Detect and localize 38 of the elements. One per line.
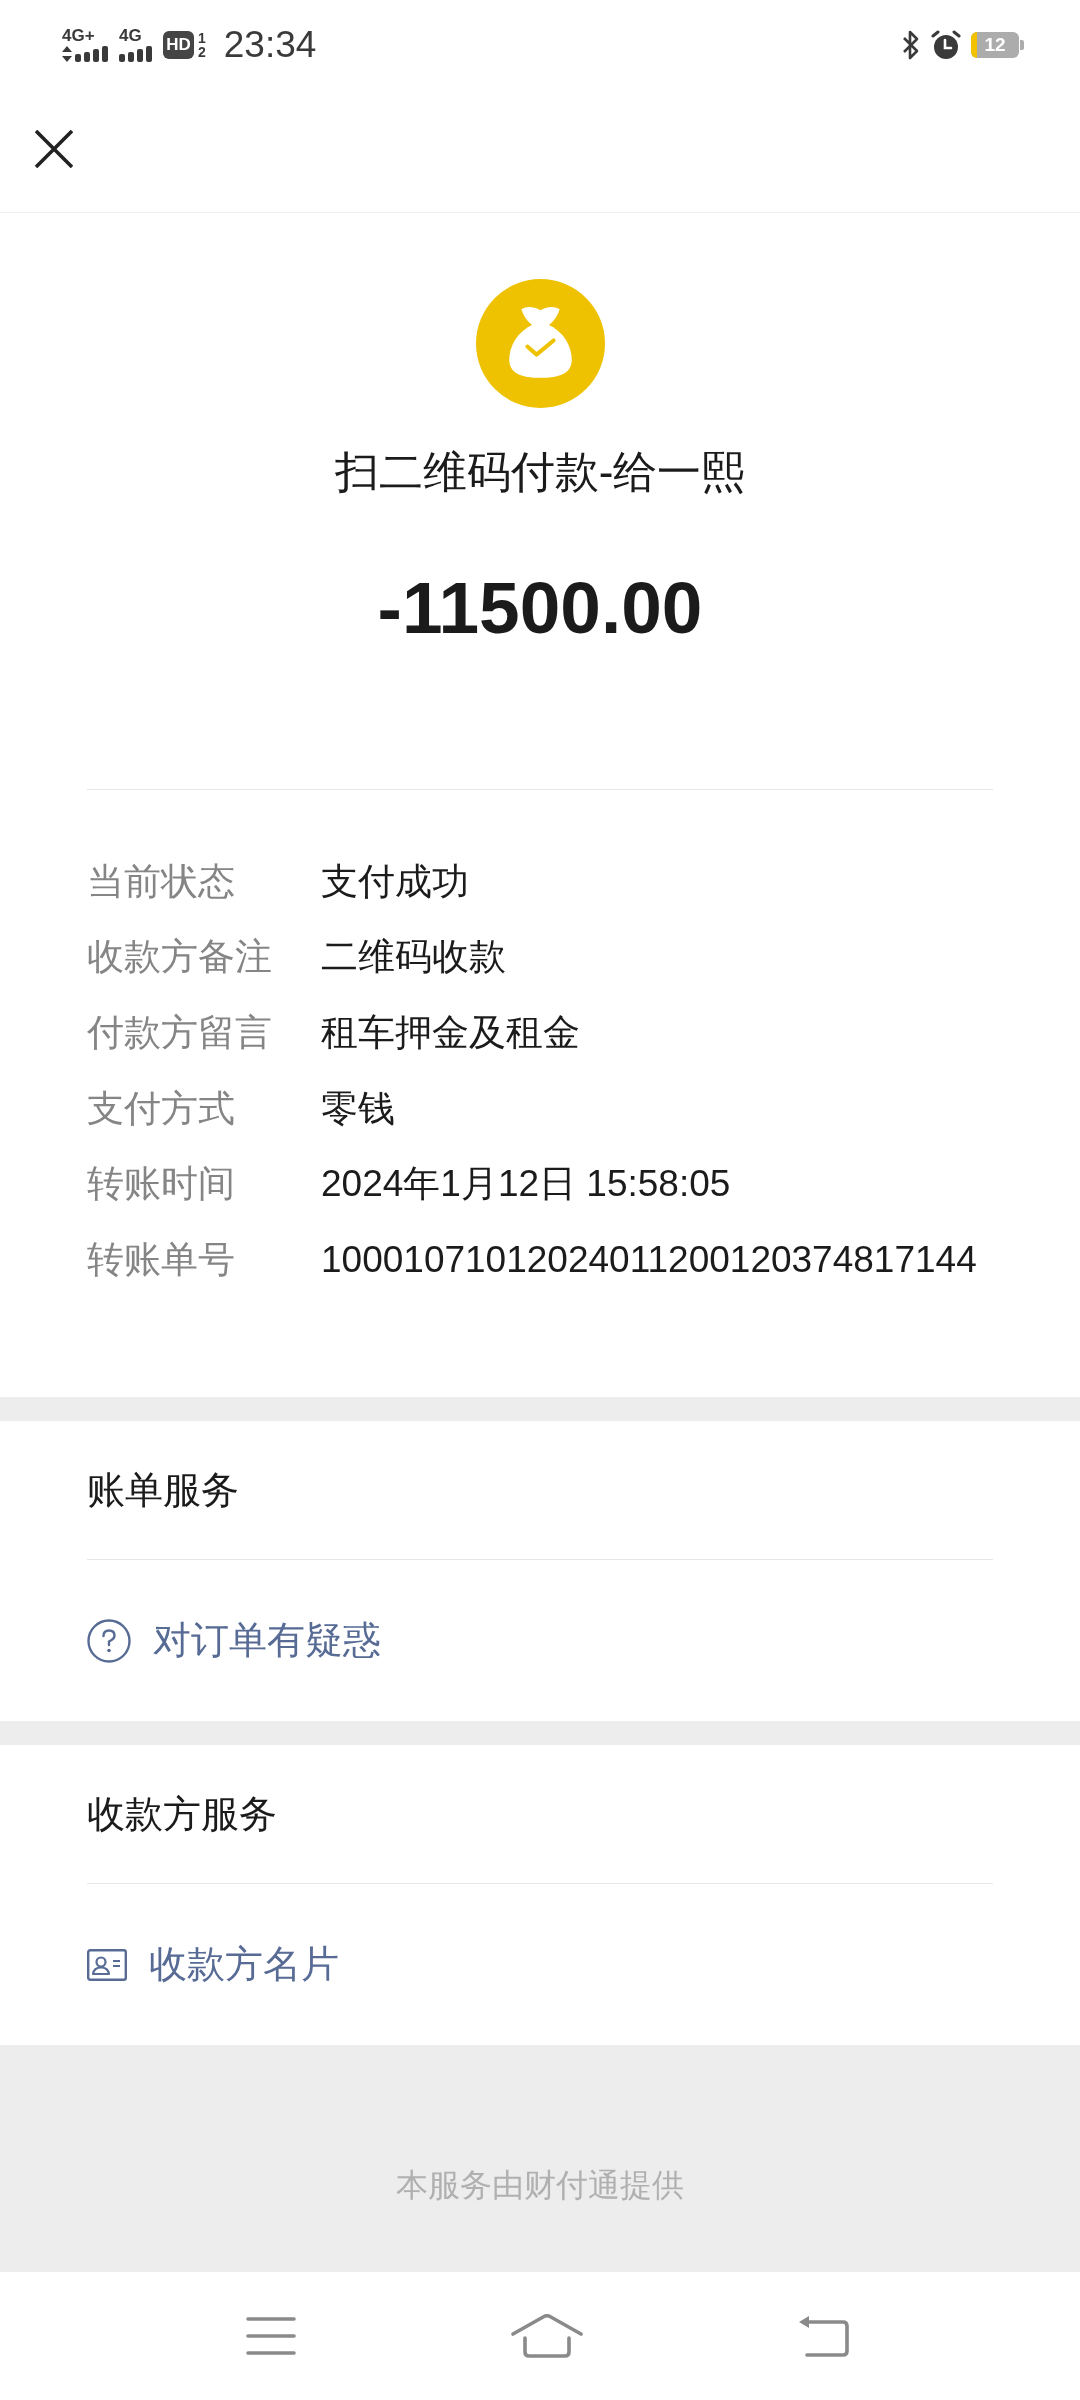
detail-label: 付款方留言	[87, 1011, 273, 1055]
detail-label: 当前状态	[87, 859, 236, 904]
section-title: 收款方服务	[87, 1791, 277, 1837]
network-type-label: 4G+	[62, 27, 95, 44]
detail-label: 支付方式	[87, 1086, 236, 1131]
service-link[interactable]: 收款方名片	[87, 1939, 339, 1990]
payment-amount: -11500.00	[377, 566, 703, 650]
status-time: 23:34	[223, 23, 317, 66]
detail-value: 支付成功	[321, 859, 470, 904]
detail-label: 转账单号	[87, 1237, 236, 1282]
footer-note: 本服务由财付通提供	[396, 2166, 684, 2205]
detail-value: 2024年1月12日 15:58:05	[321, 1162, 732, 1207]
close-icon[interactable]	[35, 129, 73, 168]
signal-icon	[119, 46, 153, 62]
bluetooth-icon	[901, 29, 921, 60]
detail-value: 租车押金及租金	[321, 1011, 581, 1055]
signal-icon	[75, 46, 109, 62]
payment-title: 扫二维码付款-给一熙	[334, 446, 746, 498]
detail-value: 零钱	[321, 1086, 396, 1131]
detail-label: 转账时间	[87, 1162, 236, 1207]
detail-value: 二维码收款	[321, 935, 507, 980]
sim-slot-number: 1	[198, 30, 206, 45]
help-icon	[87, 1618, 131, 1663]
detail-label: 收款方备注	[87, 935, 273, 980]
contact-card-icon	[87, 1948, 127, 1981]
back-icon[interactable]	[797, 2315, 849, 2357]
money-bag-check-icon	[475, 279, 605, 408]
battery-indicator: 12	[971, 31, 1024, 58]
section-title: 账单服务	[87, 1467, 239, 1513]
sim-slot-number: 2	[198, 44, 206, 59]
data-arrows-icon	[62, 46, 72, 62]
menu-icon[interactable]	[246, 2316, 296, 2356]
network-type-label: 4G	[119, 27, 142, 44]
detail-value: 10001071012024011200120374817144	[321, 1238, 978, 1281]
home-icon[interactable]	[510, 2314, 583, 2358]
alarm-clock-icon	[931, 29, 961, 60]
hd-badge: HD	[163, 30, 194, 59]
service-link[interactable]: 对订单有疑惑	[87, 1615, 381, 1666]
